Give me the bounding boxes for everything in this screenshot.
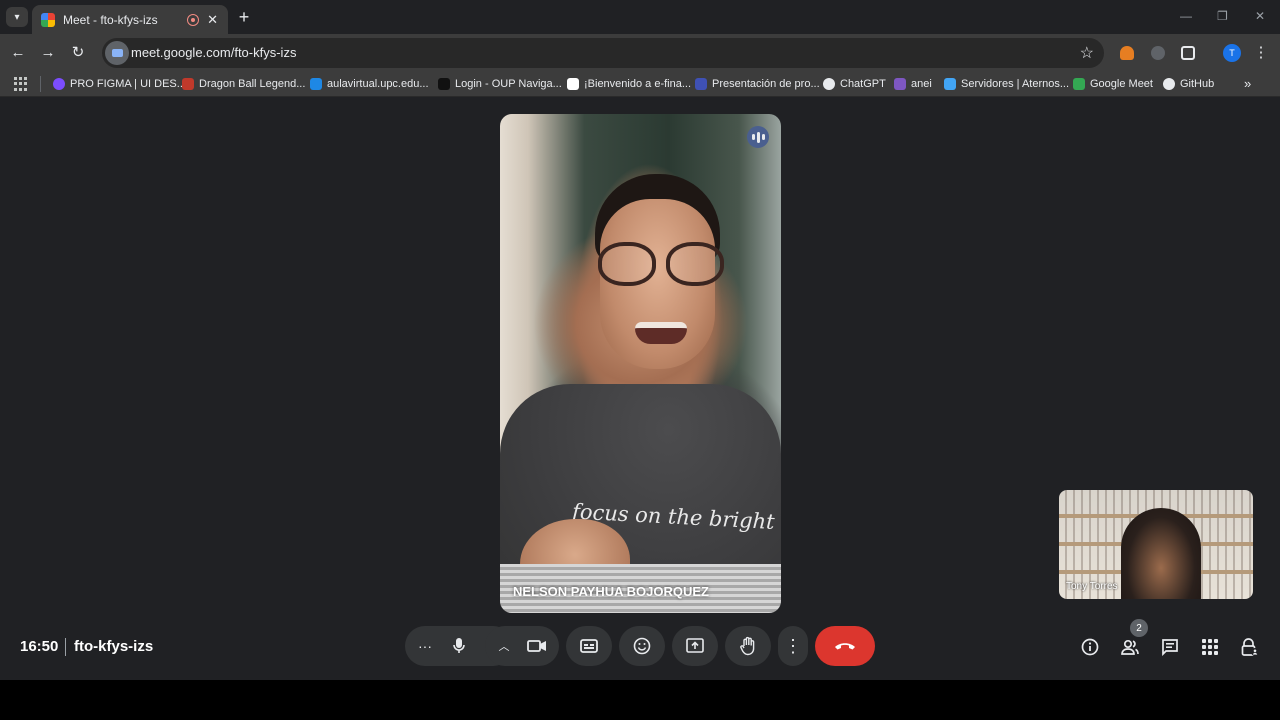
info-icon [1081, 638, 1099, 656]
audio-options-icon[interactable]: ··· [405, 638, 445, 654]
bookmark-favicon-icon [310, 78, 322, 90]
tab-title: Meet - fto-kfys-izs [63, 12, 158, 27]
self-view-tile[interactable]: Tony Torres [1059, 490, 1253, 599]
bookmark-item[interactable]: anei [894, 76, 932, 92]
back-arrow-icon[interactable]: ← [8, 43, 28, 63]
lock-person-icon [1241, 638, 1259, 656]
hang-up-icon [835, 643, 855, 650]
activities-button[interactable] [1199, 636, 1221, 658]
browser-menu-icon[interactable]: ⋮ [1251, 43, 1271, 63]
bookmark-favicon-icon [567, 78, 579, 90]
reload-icon[interactable]: ↻ [68, 43, 88, 63]
present-screen-icon [686, 638, 704, 653]
recording-indicator-icon [187, 13, 200, 26]
camera-icon[interactable] [523, 639, 551, 653]
participant-name: NELSON PAYHUA BOJORQUEZ [513, 584, 709, 599]
apps-grid-icon [1202, 639, 1218, 655]
bookmark-favicon-icon [823, 78, 835, 90]
bookmarks-divider [40, 76, 41, 92]
chat-button[interactable] [1159, 636, 1181, 658]
self-view-name: Tony Torres [1066, 581, 1118, 592]
participant-glasses [598, 242, 730, 288]
bookmark-item[interactable]: Servidores | Aternos... [944, 76, 1069, 92]
hand-icon [740, 636, 755, 656]
address-bar[interactable]: meet.google.com/fto-kfys-izs ☆ [102, 38, 1104, 68]
microphone-icon[interactable] [445, 637, 473, 655]
site-info-icon[interactable] [105, 41, 129, 65]
self-person [1121, 508, 1201, 599]
people-button[interactable] [1119, 636, 1141, 658]
extensions-puzzle-icon[interactable] [1181, 46, 1195, 60]
meet-stage: focus on the bright side NELSON PAYHUA B… [0, 97, 1280, 680]
apps-grid-icon[interactable] [14, 77, 28, 91]
video-control-group: ︿ [485, 626, 559, 666]
bookmark-favicon-icon [1163, 78, 1175, 90]
bookmark-item[interactable]: ChatGPT [823, 76, 886, 92]
raise-hand-button[interactable] [725, 626, 771, 666]
bookmark-item[interactable]: aulavirtual.upc.edu... [310, 76, 429, 92]
participant-mouth [635, 322, 687, 344]
extension-icon[interactable] [1151, 46, 1165, 60]
reactions-button[interactable] [619, 626, 665, 666]
host-controls-button[interactable] [1239, 636, 1261, 658]
bookmark-item[interactable]: Google Meet [1073, 76, 1153, 92]
forward-arrow-icon[interactable]: → [38, 43, 58, 63]
bookmark-item[interactable]: Login - OUP Naviga... [438, 76, 562, 92]
bookmark-favicon-icon [182, 78, 194, 90]
chat-icon [1162, 639, 1178, 656]
meeting-details-button[interactable] [1079, 636, 1101, 658]
meet-favicon-icon [41, 12, 55, 27]
close-window-icon[interactable]: ✕ [1255, 9, 1265, 23]
bookmark-favicon-icon [944, 78, 956, 90]
bookmark-item[interactable]: GitHub [1163, 76, 1214, 92]
participant-count-badge: 2 [1130, 619, 1148, 637]
bookmark-item[interactable]: Dragon Ball Legend... [182, 76, 305, 92]
meeting-time: 16:50 [20, 638, 59, 655]
more-bookmarks-icon[interactable]: » [1244, 76, 1251, 91]
url-text[interactable]: meet.google.com/fto-kfys-izs [131, 45, 296, 60]
bookmarks-bar: PRO FIGMA | UI DES... Dragon Ball Legend… [0, 72, 1280, 97]
browser-toolbar: ← → ↻ meet.google.com/fto-kfys-izs ☆ T ⋮ [0, 34, 1280, 72]
bookmark-item[interactable]: ¡Bienvenido a e-fina... [567, 76, 691, 92]
participant-video-tile[interactable]: focus on the bright side NELSON PAYHUA B… [500, 114, 781, 613]
bookmark-item[interactable]: PRO FIGMA | UI DES... [53, 76, 186, 92]
bookmark-favicon-icon [53, 78, 65, 90]
end-call-button[interactable] [815, 626, 875, 666]
more-options-button[interactable]: ⋮ [778, 626, 808, 666]
bookmark-favicon-icon [1073, 78, 1085, 90]
profile-avatar[interactable]: T [1223, 44, 1241, 62]
bookmark-favicon-icon [894, 78, 906, 90]
bookmark-favicon-icon [695, 78, 707, 90]
meeting-code: fto-kfys-izs [74, 638, 154, 655]
tab-strip: ▾ Meet - fto-kfys-izs ✕ + — ❐ ✕ [0, 0, 1280, 34]
tab-search-button[interactable]: ▾ [6, 7, 28, 27]
restore-window-icon[interactable]: ❐ [1217, 9, 1228, 23]
close-tab-icon[interactable]: ✕ [207, 12, 218, 28]
extension-icon[interactable] [1120, 46, 1134, 60]
video-options-chevron-up-icon[interactable]: ︿ [485, 638, 523, 654]
active-tab[interactable]: Meet - fto-kfys-izs ✕ [32, 5, 228, 34]
bookmark-favicon-icon [438, 78, 450, 90]
minimize-window-icon[interactable]: — [1180, 9, 1192, 23]
people-icon [1121, 639, 1139, 655]
new-tab-button[interactable]: + [236, 8, 252, 26]
bookmark-star-icon[interactable]: ☆ [1080, 43, 1094, 63]
present-screen-button[interactable] [672, 626, 718, 666]
captions-icon [580, 639, 598, 653]
time-divider [65, 638, 66, 656]
captions-button[interactable] [566, 626, 612, 666]
bookmark-item[interactable]: Presentación de pro... [695, 76, 820, 92]
speaking-indicator-icon [747, 126, 769, 148]
emoji-icon [633, 637, 651, 655]
